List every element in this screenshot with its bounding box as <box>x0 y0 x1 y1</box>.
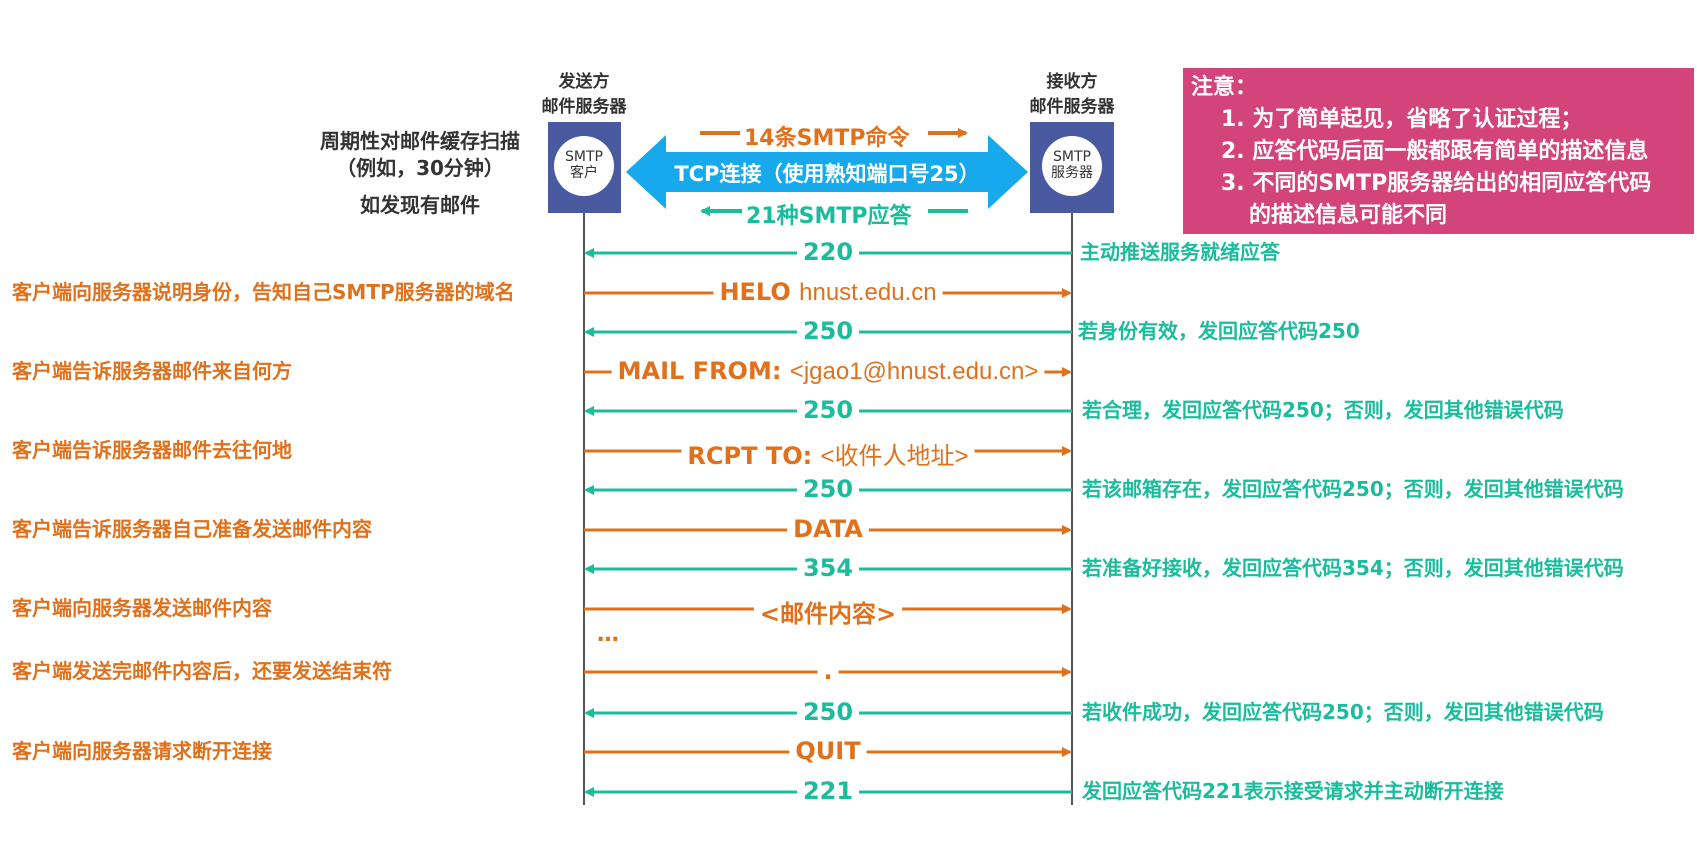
notes-item-3: 3. 不同的SMTP服务器给出的相同应答代码 <box>1221 171 1652 196</box>
message-row: 354 若准备好接收，发回应答代码354；否则，发回其他错误代码 <box>0 554 1697 584</box>
sender-box-label: SMTP 客户 <box>554 149 614 181</box>
right-description: 若准备好接收，发回应答代码354；否则，发回其他错误代码 <box>1082 556 1624 580</box>
receiver-box-line1: SMTP <box>1053 149 1091 165</box>
notes-item-3-cont: 的描述信息可能不同 <box>1249 203 1448 228</box>
notes-item-1: 1. 为了简单起见，省略了认证过程； <box>1221 107 1583 132</box>
scan-note: 周期性对邮件缓存扫描 （例如，30分钟） 如发现有邮件 <box>300 128 540 219</box>
command-arg: hnust.edu.cn <box>799 279 937 306</box>
message-label: DATA <box>793 515 863 543</box>
left-description: 客户端告诉服务器自己准备发送邮件内容 <box>12 517 372 541</box>
message-row: 220 主动推送服务就绪应答 <box>0 238 1697 268</box>
message-row: 客户端告诉服务器邮件去往何地 RCPT TO: <收件人地址> <box>0 436 1697 470</box>
message-label: 250 <box>802 317 854 345</box>
left-description: 客户端向服务器请求断开连接 <box>12 739 272 763</box>
command-keyword: MAIL FROM: <box>617 357 782 385</box>
notes-title: 注意： <box>1191 75 1258 100</box>
right-description: 发回应答代码221表示接受请求并主动断开连接 <box>1082 779 1504 803</box>
message-label: 220 <box>802 238 854 266</box>
message-row: 客户端向服务器请求断开连接 QUIT <box>0 737 1697 767</box>
message-label: <邮件内容> <box>760 594 896 629</box>
replies-label: 21种SMTP应答 <box>746 204 912 229</box>
sender-box-line2: 客户 <box>570 165 598 181</box>
right-description: 若该邮箱存在，发回应答代码250；否则，发回其他错误代码 <box>1082 477 1624 501</box>
message-row: 250 若合理，发回应答代码250；否则，发回其他错误代码 <box>0 396 1697 426</box>
left-description: 客户端向服务器说明身份，告知自己SMTP服务器的域名 <box>12 280 515 304</box>
left-description: 客户端告诉服务器邮件去往何地 <box>12 438 292 462</box>
left-description: 客户端向服务器发送邮件内容 <box>12 596 272 620</box>
command-keyword: DATA <box>793 515 863 543</box>
scan-line1: 周期性对邮件缓存扫描 <box>320 129 520 153</box>
message-label: MAIL FROM: <jgao1@hnust.edu.cn> <box>618 357 1039 386</box>
ellipsis: … <box>597 622 619 647</box>
message-row: 客户端告诉服务器邮件来自何方 MAIL FROM: <jgao1@hnust.e… <box>0 357 1697 387</box>
command-keyword: <邮件内容> <box>759 600 897 628</box>
message-row: 250 若身份有效，发回应答代码250 <box>0 317 1697 347</box>
receiver-title-line2: 邮件服务器 <box>1029 97 1115 117</box>
message-row: 250 若该邮箱存在，发回应答代码250；否则，发回其他错误代码 <box>0 475 1697 505</box>
message-label: RCPT TO: <收件人地址> <box>687 436 968 471</box>
tcp-connection-label: TCP连接（使用熟知端口号25） <box>674 162 980 186</box>
sender-title: 发送方 邮件服务器 <box>536 70 632 120</box>
right-description: 若合理，发回应答代码250；否则，发回其他错误代码 <box>1082 398 1564 422</box>
message-label: 250 <box>802 475 854 503</box>
left-description: 客户端告诉服务器邮件来自何方 <box>12 359 292 383</box>
command-keyword: QUIT <box>795 737 861 765</box>
command-arg: <收件人地址> <box>820 443 969 470</box>
message-row: 客户端向服务器说明身份，告知自己SMTP服务器的域名 HELO hnust.ed… <box>0 278 1697 308</box>
message-row: 客户端发送完邮件内容后，还要发送结束符 . <box>0 657 1697 687</box>
message-label: 250 <box>802 396 854 424</box>
notes-item-2: 2. 应答代码后面一般都跟有简单的描述信息 <box>1221 139 1649 164</box>
message-label: HELO hnust.edu.cn <box>719 278 936 307</box>
commands-label: 14条SMTP命令 <box>744 126 910 151</box>
command-arg: <jgao1@hnust.edu.cn> <box>789 358 1039 385</box>
sender-box-line1: SMTP <box>565 149 603 165</box>
scan-line2: （例如，30分钟） <box>336 156 504 180</box>
receiver-title-line1: 接收方 <box>1046 72 1098 92</box>
left-description: 客户端发送完邮件内容后，还要发送结束符 <box>12 659 392 683</box>
message-label: 221 <box>802 777 854 805</box>
command-keyword: RCPT TO: <box>687 442 813 470</box>
message-label: . <box>823 657 832 685</box>
message-label: 250 <box>802 698 854 726</box>
receiver-box-line2: 服务器 <box>1051 165 1093 181</box>
message-row: 221 发回应答代码221表示接受请求并主动断开连接 <box>0 777 1697 807</box>
notes-box: 注意： 1. 为了简单起见，省略了认证过程； 2. 应答代码后面一般都跟有简单的… <box>1183 68 1694 234</box>
message-label: QUIT <box>795 737 860 765</box>
right-description: 若收件成功，发回应答代码250；否则，发回其他错误代码 <box>1082 700 1604 724</box>
command-keyword: . <box>823 657 833 685</box>
receiver-title: 接收方 邮件服务器 <box>1022 70 1122 120</box>
scan-line3: 如发现有邮件 <box>360 193 480 217</box>
message-row: 客户端告诉服务器自己准备发送邮件内容 DATA <box>0 515 1697 545</box>
right-description: 若身份有效，发回应答代码250 <box>1078 319 1360 343</box>
right-description: 主动推送服务就绪应答 <box>1080 240 1280 264</box>
message-row: 250 若收件成功，发回应答代码250；否则，发回其他错误代码 <box>0 698 1697 728</box>
receiver-box-label: SMTP 服务器 <box>1042 149 1102 181</box>
message-label: 354 <box>802 554 854 582</box>
message-row: 客户端向服务器发送邮件内容 <邮件内容> <box>0 594 1697 628</box>
sender-title-line2: 邮件服务器 <box>541 97 627 117</box>
sender-title-line1: 发送方 <box>558 72 610 92</box>
command-keyword: HELO <box>719 278 791 306</box>
